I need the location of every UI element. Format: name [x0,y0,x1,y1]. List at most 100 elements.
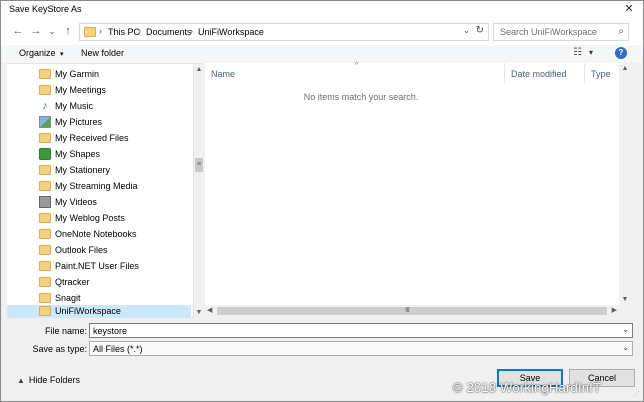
view-options-icon[interactable]: ☷ [573,47,582,58]
sidebar-item-label: Qtracker [55,277,90,287]
resize-grip-icon[interactable]: ⋰ [633,390,640,398]
window-title: Save KeyStore As [9,4,82,14]
folder-icon [39,245,51,255]
forward-icon[interactable]: → [29,24,43,38]
videos-icon [39,196,51,208]
sidebar-item-label: My Meetings [55,85,107,95]
file-name-field[interactable]: keystore ⌄ [89,323,633,338]
column-header-date-modified[interactable]: Date modified [505,63,585,83]
scroll-right-icon[interactable]: ▶ [612,306,617,314]
new-folder-button[interactable]: New folder [81,48,124,58]
sort-ascending-icon: ^ [355,62,359,69]
breadcrumb-unifiworkspace[interactable]: UniFiWorkspace [198,27,264,37]
sidebar-item-label: UniFiWorkspace [55,306,121,316]
folder-icon [39,306,51,316]
sidebar-item-my-weblog-posts[interactable]: My Weblog Posts [7,210,191,226]
folder-icon [39,229,51,239]
save-dialog: Save KeyStore As ✕ ← → ⌄ ↑ › This PC › D… [0,0,644,402]
back-icon[interactable]: ← [11,24,25,38]
folder-icon [39,165,51,175]
breadcrumb-separator: › [190,26,193,36]
file-list[interactable]: ^ Name Date modified Type No items match… [205,62,631,317]
navigation-bar: ← → ⌄ ↑ › This PC › Documents › UniFiWor… [1,17,643,45]
file-name-label: File name: [44,326,87,336]
organize-caret-icon: ▾ [60,51,64,58]
sidebar-item-my-meetings[interactable]: My Meetings [7,82,191,98]
save-as-type-select[interactable]: All Files (*.*) ⌄ [89,341,633,356]
save-as-type-label: Save as type: [32,344,87,354]
scroll-up-icon[interactable]: ▲ [194,66,204,73]
file-list-horizontal-scrollbar[interactable]: ◀ Ⅲ ▶ [205,305,631,317]
sidebar-item-label: Snagit [55,293,81,303]
command-bar: Organize ▾ New folder ☷ ▾ ? [1,45,643,63]
breadcrumb-separator: › [138,26,141,36]
folder-icon [39,69,51,79]
sidebar-item-label: My Garmin [55,69,100,79]
file-list-vertical-scrollbar[interactable]: ▲ ▼ [619,63,631,305]
view-options-caret-icon[interactable]: ▾ [589,48,593,57]
folder-icon [39,181,51,191]
file-name-value: keystore [93,326,128,336]
sidebar-item-label: My Stationery [55,165,111,175]
sidebar-item-label: My Received Files [55,133,129,143]
sidebar-item-qtracker[interactable]: Qtracker [7,274,191,290]
pictures-icon [39,116,51,128]
sidebar-item-label: My Streaming Media [55,181,138,191]
sidebar-item-label: Outlook Files [55,245,108,255]
scroll-down-icon[interactable]: ▼ [194,309,204,316]
organize-label: Organize [19,48,56,58]
empty-message: No items match your search. [303,92,419,102]
recent-locations-icon[interactable]: ⌄ [45,24,59,38]
sidebar-item-label: My Shapes [55,149,101,159]
folder-icon [39,261,51,271]
scroll-up-icon[interactable]: ▲ [619,65,631,72]
folder-icon [39,85,51,95]
chevron-up-icon: ▲ [17,376,25,385]
sidebar-item-outlook-files[interactable]: Outlook Files [7,242,191,258]
sidebar-item-paintnet-user-files[interactable]: Paint.NET User Files [7,258,191,274]
refresh-icon[interactable]: ↻ [476,25,484,36]
navigation-pane: My Garmin My Meetings ♪ My Music My Pict… [7,63,203,318]
sidebar-item-label: My Videos [55,197,97,207]
sidebar-item-my-shapes[interactable]: My Shapes [7,146,191,162]
scrollbar-thumb[interactable] [217,307,607,315]
sidebar-item-my-received-files[interactable]: My Received Files [7,130,191,146]
sidebar-item-my-pictures[interactable]: My Pictures [7,114,191,130]
address-bar[interactable]: › This PC › Documents › UniFiWorkspace ⌄… [79,23,489,41]
scroll-left-icon[interactable]: ◀ [207,306,212,314]
sidebar-item-onenote-notebooks[interactable]: OneNote Notebooks [7,226,191,242]
sidebar-item-my-music[interactable]: ♪ My Music [7,98,191,114]
column-header-name[interactable]: ^ Name [205,62,505,83]
column-header-label: Date modified [511,69,567,79]
help-icon[interactable]: ? [615,47,627,59]
folder-icon [39,133,51,143]
sidebar-item-my-streaming-media[interactable]: My Streaming Media [7,178,191,194]
organize-button[interactable]: Organize ▾ [19,48,64,58]
column-header-label: Type [591,69,611,79]
search-icon[interactable]: ⌕ [618,26,624,37]
sidebar-item-unifiworkspace[interactable]: UniFiWorkspace [7,305,191,318]
hide-folders-button[interactable]: ▲ Hide Folders [17,375,80,385]
sidebar-item-label: My Music [55,101,93,111]
breadcrumb-this-pc[interactable]: This PC [108,27,140,37]
sidebar-item-my-garmin[interactable]: My Garmin [7,66,191,82]
sidebar-item-my-videos[interactable]: My Videos [7,194,191,210]
chevron-down-icon[interactable]: ⌄ [622,325,629,334]
navigation-pane-scrollbar[interactable]: ▲ ≡ ▼ [193,64,203,318]
close-button[interactable]: ✕ [621,2,637,16]
address-dropdown-icon[interactable]: ⌄ [463,26,470,35]
column-header-label: Name [211,69,236,79]
breadcrumb-documents[interactable]: Documents [146,27,192,37]
search-input[interactable]: Search UniFiWorkspace [500,27,597,37]
sidebar-item-snagit[interactable]: Snagit [7,290,191,306]
chevron-down-icon[interactable]: ⌄ [622,343,629,352]
folder-icon [39,293,51,303]
search-box[interactable]: Search UniFiWorkspace ⌕ [493,23,629,41]
up-folder-icon[interactable]: ↑ [61,24,75,38]
music-icon: ♪ [42,100,48,112]
shapes-icon [39,148,51,160]
column-header-type[interactable]: Type [585,63,619,83]
sidebar-item-my-stationery[interactable]: My Stationery [7,162,191,178]
scroll-down-icon[interactable]: ▼ [619,296,631,303]
sidebar-item-label: My Pictures [55,117,103,127]
